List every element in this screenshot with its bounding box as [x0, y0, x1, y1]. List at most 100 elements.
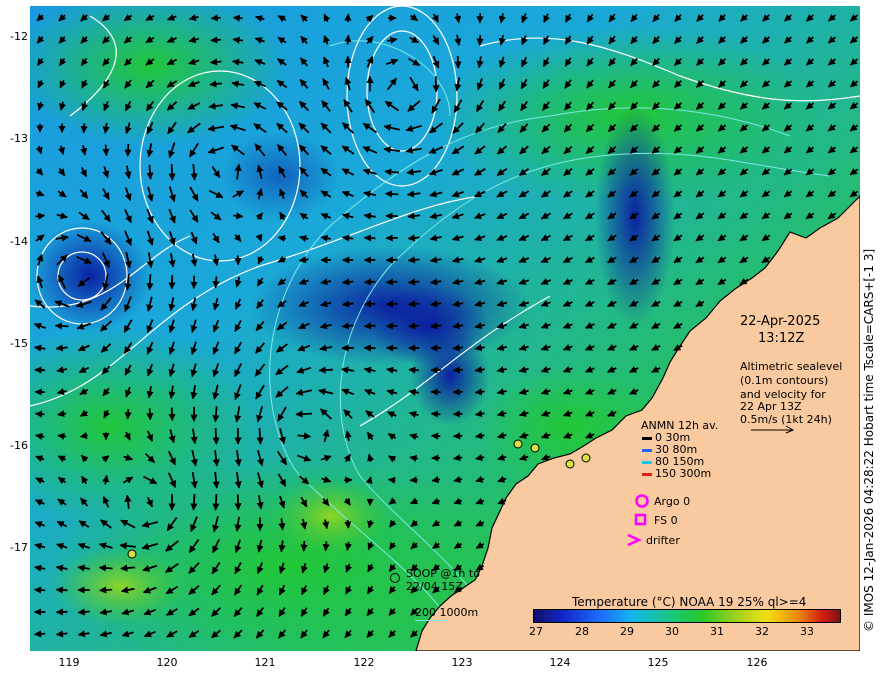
- current-vector: [297, 432, 312, 440]
- current-vector: [385, 300, 398, 308]
- current-vector: [146, 274, 154, 291]
- current-vector: [209, 80, 223, 88]
- y-tick: -13: [10, 132, 28, 145]
- current-vector: [295, 410, 313, 418]
- current-vector: [33, 630, 46, 638]
- current-vector: [407, 278, 420, 286]
- colorbar-tick: 32: [755, 625, 769, 638]
- current-vector: [476, 34, 484, 46]
- swatch: [642, 460, 652, 464]
- current-vector: [212, 276, 220, 289]
- current-vector: [341, 322, 354, 330]
- current-vector: [190, 493, 198, 511]
- colorbar-title: Temperature (°C) NOAA 19 25% ql>=4: [572, 595, 807, 609]
- drifter-chevron-icon: [627, 533, 642, 547]
- current-vector: [407, 256, 420, 264]
- x-tick: 119: [58, 656, 80, 669]
- current-vector: [256, 427, 264, 445]
- current-vector: [408, 366, 420, 374]
- fs-square-icon: [634, 513, 647, 526]
- current-vector: [168, 407, 176, 422]
- current-vector: [120, 564, 136, 572]
- sst-map: [30, 6, 860, 651]
- colorbar-tick: 29: [620, 625, 634, 638]
- current-vector: [80, 123, 88, 134]
- current-vector: [474, 388, 485, 396]
- x-tick: 121: [254, 656, 276, 669]
- x-tick: 124: [549, 656, 571, 669]
- current-vector: [102, 144, 110, 157]
- current-vector: [57, 432, 67, 440]
- current-vector: [232, 36, 244, 44]
- current-vector: [363, 300, 376, 308]
- current-vector: [385, 278, 398, 286]
- drifter-label: drifter: [646, 534, 680, 547]
- x-tick: 126: [746, 656, 768, 669]
- current-vector: [124, 143, 132, 157]
- current-vector: [344, 13, 352, 22]
- current-vector: [341, 278, 354, 286]
- depth-label: 200 1000m: [415, 606, 479, 619]
- colorbar-tick: 33: [800, 625, 814, 638]
- current-vector: [384, 190, 399, 198]
- argo-label: Argo 0: [654, 495, 691, 508]
- current-vector: [452, 432, 463, 440]
- x-tick: 123: [451, 656, 473, 669]
- swatch: [642, 472, 652, 476]
- current-vector: [124, 409, 132, 420]
- isobath-swatch: [415, 620, 447, 621]
- y-tick: -16: [10, 439, 28, 452]
- current-vector: [322, 541, 330, 552]
- current-vector: [54, 322, 69, 330]
- current-vector: [407, 300, 420, 308]
- current-vector: [454, 55, 462, 69]
- current-vector: [55, 344, 68, 352]
- current-vector: [210, 14, 221, 22]
- current-vector: [407, 234, 420, 242]
- colorbar-tick: 31: [710, 625, 724, 638]
- current-vector: [300, 540, 308, 552]
- current-vector: [453, 454, 463, 462]
- current-vector: [363, 278, 376, 286]
- current-vector: [452, 344, 463, 352]
- current-vector: [344, 519, 352, 529]
- current-vector: [363, 234, 376, 242]
- map-time: 13:12Z: [758, 331, 805, 346]
- current-vector: [430, 432, 441, 440]
- soop-line: SOOP @1h to: [406, 567, 480, 580]
- current-vector: [344, 34, 352, 45]
- swatch: [642, 436, 652, 440]
- soop-circle-icon: [390, 573, 400, 583]
- current-vector: [146, 408, 154, 421]
- current-vector: [55, 586, 68, 594]
- y-tick: -12: [10, 30, 28, 43]
- soop-line: 22/04 15Z: [406, 580, 463, 593]
- x-tick: 122: [353, 656, 375, 669]
- current-vector: [212, 493, 220, 511]
- current-vector: [407, 212, 421, 220]
- current-vector: [234, 255, 242, 266]
- current-vector: [168, 163, 176, 181]
- temperature-colorbar: [533, 609, 841, 623]
- x-tick: 125: [647, 656, 669, 669]
- y-tick: -15: [10, 337, 28, 350]
- current-vector: [318, 366, 333, 374]
- current-vector: [384, 168, 400, 176]
- current-vector: [209, 58, 222, 66]
- note-line: 22 Apr 13Z: [740, 400, 802, 413]
- note-line: (0.1m contours): [740, 374, 829, 387]
- current-vector: [210, 36, 222, 44]
- scale-arrow-icon: [751, 425, 795, 434]
- current-vector: [57, 410, 67, 418]
- current-vector: [77, 608, 90, 616]
- current-vector: [146, 164, 154, 180]
- current-vector: [474, 410, 485, 418]
- current-vector: [232, 14, 243, 22]
- swatch: [642, 448, 652, 452]
- note-line: Altimetric sealevel: [740, 360, 843, 373]
- current-vector: [212, 427, 220, 445]
- x-tick: 120: [156, 656, 178, 669]
- colorbar-tick: 28: [575, 625, 589, 638]
- current-vector: [407, 322, 420, 330]
- current-vector: [278, 518, 286, 531]
